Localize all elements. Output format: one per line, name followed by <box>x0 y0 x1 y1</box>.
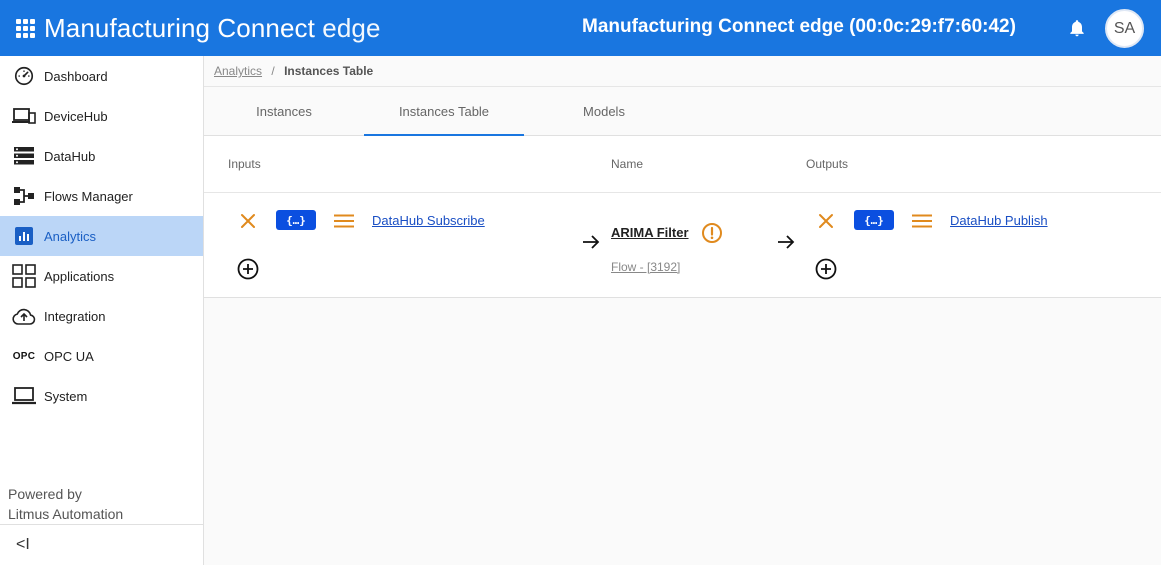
cloud-upload-icon <box>12 304 36 328</box>
devices-icon <box>12 104 36 128</box>
sidebar-item-applications[interactable]: Applications <box>0 256 203 296</box>
add-input-icon[interactable] <box>237 258 259 280</box>
column-header-outputs: Outputs <box>806 157 849 171</box>
breadcrumb-separator: / <box>271 64 275 78</box>
opc-icon-text: OPC <box>12 350 36 362</box>
node-name-link[interactable]: ARIMA Filter <box>611 225 689 240</box>
remove-output-icon[interactable] <box>817 212 835 230</box>
speedometer-icon <box>12 64 36 88</box>
powered-by: Powered by Litmus Automation <box>8 484 123 524</box>
brand-name: Manufacturing Connect <box>44 12 315 43</box>
flows-icon <box>12 184 36 208</box>
server-icon <box>12 144 36 168</box>
arrow-right-icon <box>583 235 600 249</box>
sidebar-item-integration[interactable]: Integration <box>0 296 203 336</box>
sidebar-item-system[interactable]: System <box>0 376 203 416</box>
breadcrumb-analytics[interactable]: Analytics <box>214 64 262 78</box>
apps-grid-icon <box>12 264 36 288</box>
tab-models[interactable]: Models <box>524 87 684 135</box>
device-title: Manufacturing Connect edge (00:0c:29:f7:… <box>582 16 1016 37</box>
sidebar-item-devicehub[interactable]: DeviceHub <box>0 96 203 136</box>
powered-by-line2: Litmus Automation <box>8 506 124 522</box>
warning-icon[interactable] <box>701 222 723 244</box>
brand-title[interactable]: Manufacturing Connect edge <box>44 13 381 44</box>
input-menu-icon[interactable] <box>334 214 354 228</box>
header-divider <box>204 192 1161 193</box>
sidebar-item-label: Analytics <box>44 228 97 244</box>
tab-instances[interactable]: Instances <box>204 87 364 135</box>
column-header-name: Name <box>611 157 644 171</box>
output-menu-icon[interactable] <box>912 214 932 228</box>
sidebar-item-label: Integration <box>44 308 106 324</box>
arrow-right-icon <box>778 235 795 249</box>
user-avatar[interactable]: SA <box>1105 9 1144 48</box>
tab-bar: Instances Instances Table Models <box>204 86 1161 136</box>
sidebar-item-analytics[interactable]: Analytics <box>0 216 203 256</box>
brand-suffix: edge <box>322 12 381 43</box>
sidebar: Dashboard DeviceHub DataHub Flows Manage… <box>0 56 204 565</box>
apps-grid-icon[interactable] <box>16 18 35 38</box>
input-json-chip[interactable]: {…} <box>276 210 316 230</box>
sidebar-item-label: DataHub <box>44 148 96 164</box>
collapse-icon: <I <box>16 536 30 553</box>
sidebar-item-label: DeviceHub <box>44 108 108 124</box>
output-link[interactable]: DataHub Publish <box>950 213 1048 228</box>
sidebar-item-label: OPC UA <box>44 348 94 364</box>
sidebar-item-dashboard[interactable]: Dashboard <box>0 56 203 96</box>
tab-instances-table[interactable]: Instances Table <box>364 87 524 136</box>
breadcrumb-current: Instances Table <box>284 64 374 78</box>
app-header: Manufacturing Connect edge Manufacturing… <box>0 0 1161 56</box>
remove-input-icon[interactable] <box>239 212 257 230</box>
chart-icon <box>12 224 36 248</box>
sidebar-item-opc-ua[interactable]: OPC OPC UA <box>0 336 203 376</box>
opc-icon: OPC <box>12 344 36 368</box>
sidebar-item-label: Flows Manager <box>44 188 133 204</box>
column-header-inputs: Inputs <box>228 157 261 171</box>
sidebar-item-flows-manager[interactable]: Flows Manager <box>0 176 203 216</box>
powered-by-line1: Powered by <box>8 486 82 502</box>
sidebar-item-datahub[interactable]: DataHub <box>0 136 203 176</box>
sidebar-item-label: Applications <box>44 268 115 284</box>
laptop-icon <box>12 384 36 408</box>
notification-bell-icon[interactable] <box>1067 18 1087 38</box>
breadcrumb: Analytics / Instances Table <box>214 64 373 78</box>
sidebar-item-label: System <box>44 388 88 404</box>
collapse-sidebar-button[interactable]: <I <box>0 524 203 565</box>
instances-table: Inputs Name Outputs {…} DataHub Subscrib… <box>204 136 1161 298</box>
output-json-chip[interactable]: {…} <box>854 210 894 230</box>
sidebar-item-label: Dashboard <box>44 68 108 84</box>
flow-link[interactable]: Flow - [3192] <box>611 260 680 274</box>
add-output-icon[interactable] <box>815 258 837 280</box>
input-link[interactable]: DataHub Subscribe <box>372 213 485 228</box>
